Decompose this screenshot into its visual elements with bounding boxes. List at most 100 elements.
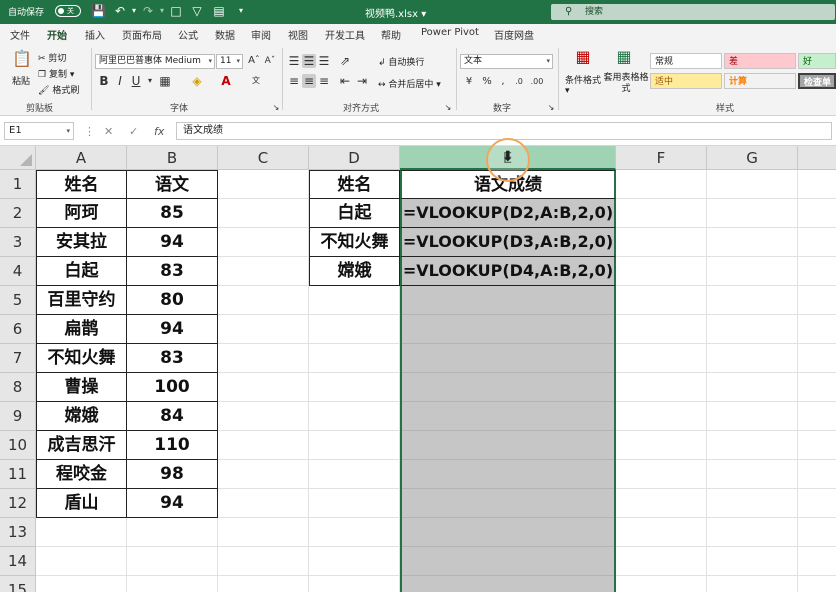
style-normal[interactable]: 常规 [650,53,722,69]
table-cell[interactable]: 83 [127,257,218,286]
row-header[interactable]: 4 [0,257,36,286]
fill-color-icon[interactable]: ◈ [190,74,204,88]
format-as-table-button[interactable]: 套用表格格式 [603,73,649,95]
tab-page-layout[interactable]: 页面布局 [122,27,162,42]
table-cell[interactable]: 程咬金 [36,460,127,489]
tab-data[interactable]: 数据 [215,27,235,42]
tab-home[interactable]: 开始 [47,27,67,46]
table-cell[interactable]: 不知火舞 [36,344,127,373]
tab-insert[interactable]: 插入 [85,27,105,42]
underline-dropdown-icon[interactable]: ▾ [143,74,157,88]
increase-decimal-icon[interactable]: .0 [512,75,526,89]
wrap-text-button[interactable]: ↲ 自动换行 [378,55,424,68]
tab-view[interactable]: 视图 [288,27,308,42]
format-painter-button[interactable]: 🖌 格式刷 [38,83,79,96]
undo-dropdown-icon[interactable]: ▾ [127,4,141,18]
paste-button[interactable]: 粘贴 [12,74,30,87]
style-check-cell[interactable]: 检查单 [798,73,836,89]
decrease-decimal-icon[interactable]: .00 [530,75,544,89]
print-preview-icon[interactable]: ▤ [212,4,226,18]
redo-icon[interactable]: ↷ [141,4,155,18]
border-icon[interactable]: ▦ [158,74,172,88]
row-header[interactable]: 12 [0,489,36,518]
align-bottom-icon[interactable]: ☰ [317,54,331,68]
currency-icon[interactable]: ¥ [462,75,476,89]
align-left-icon[interactable]: ≡ [287,74,301,88]
number-dialog-launcher-icon[interactable]: ↘ [544,101,558,115]
insert-function-icon[interactable]: fx [154,125,164,138]
tab-power-pivot[interactable]: Power Pivot [421,27,479,38]
alignment-dialog-launcher-icon[interactable]: ↘ [441,101,455,115]
tab-file[interactable]: 文件 [10,27,30,42]
save-icon[interactable]: 💾 [91,4,106,18]
merge-center-button[interactable]: ↔ 合并后居中 ▾ [378,77,441,90]
tab-developer[interactable]: 开发工具 [325,27,365,42]
font-dialog-launcher-icon[interactable]: ↘ [269,101,283,115]
align-right-icon[interactable]: ≡ [317,74,331,88]
align-middle-icon[interactable]: ☰ [302,54,316,68]
conditional-format-button[interactable]: 条件格式 ▾ [565,73,601,96]
table-cell[interactable]: 成吉思汗 [36,431,127,460]
table-cell[interactable]: 阿珂 [36,199,127,228]
bold-button[interactable]: B [97,74,111,88]
row-header[interactable]: 7 [0,344,36,373]
row-header[interactable]: 3 [0,228,36,257]
comma-icon[interactable]: , [496,75,510,89]
copy-button[interactable]: ❐ 复制 ▾ [38,67,74,80]
table-cell[interactable]: 嫦娥 [36,402,127,431]
table-cell[interactable]: 安其拉 [36,228,127,257]
decrease-font-icon[interactable]: Aˇ [263,54,277,68]
tab-help[interactable]: 帮助 [381,27,401,42]
style-good[interactable]: 好 [798,53,836,69]
phonetic-icon[interactable]: 文 [249,74,263,88]
paste-icon[interactable]: 📋 [12,51,32,72]
style-calculation[interactable]: 计算 [724,73,796,89]
style-bad[interactable]: 差 [724,53,796,69]
lookup-cell[interactable]: 不知火舞 [309,228,400,257]
column-header-d[interactable]: D [309,146,400,170]
file-name[interactable]: 视频鸭.xlsx ▾ [365,5,426,20]
new-file-icon[interactable]: □ [169,4,183,18]
font-name-combo[interactable]: 阿里巴巴普惠体 Medium ▾ [95,54,215,69]
table-cell[interactable]: 94 [127,489,218,518]
autosave-toggle[interactable]: 关 [55,5,81,17]
table-cell[interactable]: 扁鹊 [36,315,127,344]
column-header-g[interactable]: G [707,146,798,170]
column-header-a[interactable]: A [36,146,127,170]
table-header-cell[interactable]: 语文 [127,170,218,199]
column-header-f[interactable]: F [616,146,707,170]
formula-cell[interactable]: =VLOOKUP(D4,A:B,2,0) [400,257,616,286]
formula-cell[interactable]: =VLOOKUP(D3,A:B,2,0) [400,228,616,257]
column-header-b[interactable]: B [127,146,218,170]
increase-indent-icon[interactable]: ⇥ [355,74,369,88]
table-cell[interactable]: 百里守约 [36,286,127,315]
percent-icon[interactable]: % [480,75,494,89]
table-cell[interactable]: 83 [127,344,218,373]
table-cell[interactable]: 94 [127,315,218,344]
table-cell[interactable]: 84 [127,402,218,431]
font-size-combo[interactable]: 11 ▾ [216,54,243,69]
row-header[interactable]: 5 [0,286,36,315]
row-header[interactable]: 14 [0,547,36,576]
increase-font-icon[interactable]: Aˆ [247,54,261,68]
redo-dropdown-icon[interactable]: ▾ [155,4,169,18]
search-box[interactable]: ⚲ 搜索 [551,4,835,20]
row-header[interactable]: 9 [0,402,36,431]
table-cell[interactable]: 98 [127,460,218,489]
column-header-c[interactable]: C [218,146,309,170]
style-neutral[interactable]: 适中 [650,73,722,89]
column-header-h[interactable] [798,146,836,170]
undo-icon[interactable]: ↶ [113,4,127,18]
lookup-header-cell[interactable]: 姓名 [309,170,400,199]
font-color-icon[interactable]: A [219,74,233,88]
table-cell[interactable]: 110 [127,431,218,460]
lookup-cell[interactable]: 嫦娥 [309,257,400,286]
row-header[interactable]: 10 [0,431,36,460]
number-format-combo[interactable]: 文本 ▾ [460,54,553,69]
table-cell[interactable]: 100 [127,373,218,402]
underline-button[interactable]: U [129,74,143,88]
table-header-cell[interactable]: 姓名 [36,170,127,199]
table-cell[interactable]: 曹操 [36,373,127,402]
orientation-icon[interactable]: ⇗ [338,54,352,68]
table-cell[interactable]: 白起 [36,257,127,286]
